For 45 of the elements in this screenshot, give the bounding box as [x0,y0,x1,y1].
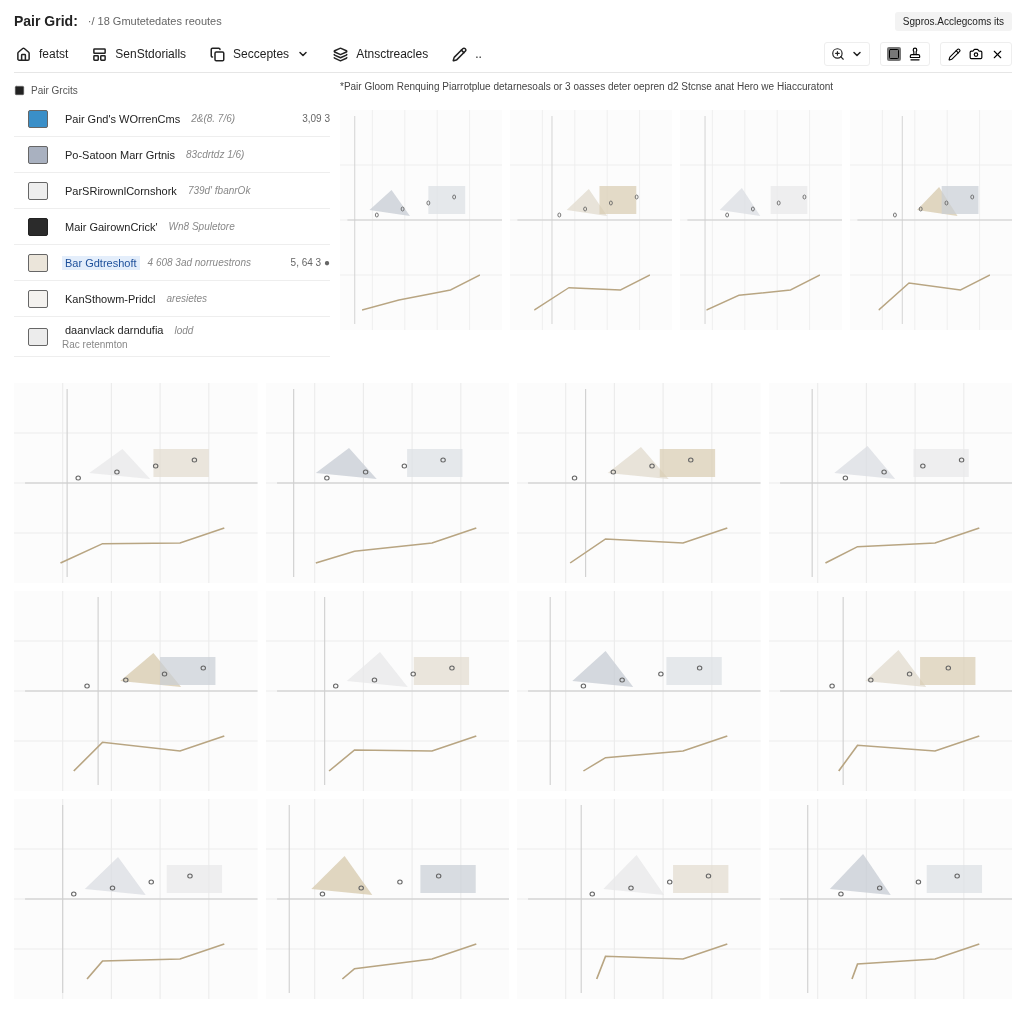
toolbar-button[interactable]: Secceptes [208,44,312,64]
status-badge: Sgpros.Acclegcoms its [894,11,1012,31]
item-note: aresietes [166,293,208,304]
item-title: KanSthowm-Pridcl [64,291,157,306]
item-title: daanvlack darndufia [64,323,165,337]
pencil-icon [452,46,468,62]
toolbar-button[interactable]: SenStdorialls [90,44,189,64]
toolbar-button[interactable]: .. [450,44,484,64]
item-title: Po-Satoon Marr Grtnis [64,147,177,162]
square-icon[interactable] [887,47,901,61]
list-item[interactable]: KanSthowm-Pridcl aresietes [14,281,330,317]
layers-icon [333,46,349,62]
item-value: 5, 64 3 ● [290,257,330,268]
camera-icon[interactable] [968,46,984,62]
zoom-button[interactable] [824,42,870,66]
item-title: ParSRirownlCornshork [64,183,178,198]
zoom-icon [831,47,845,61]
item-note: lodd [174,324,194,336]
list-item[interactable]: daanvlack darndufia lodd Rac retenmton [14,317,330,357]
list-item[interactable]: Bar Gdtreshoft 4 608 3ad norruestrons 5, 64 3 ● [14,245,330,281]
chart-caption: *Pair Gloom Renquing Piarrotplue detarnesoals or 3 oasses deter oepren d2 Stcnse anat Hero we Hiaccuratont [340,81,835,92]
page-subtitle: ·/ 18 Gmutetedates reoutes [87,15,222,27]
home-icon [16,46,31,62]
item-note: 2&(8. 7/6) [191,113,236,124]
stamp-icon[interactable] [907,46,923,62]
list-item[interactable]: Pair Gnd's WOrrenCms 2&(8. 7/6) 3,09 3 [14,101,330,137]
item-subtitle: Rac retenmton [62,339,129,350]
item-note: 739d' fbanrOk [187,185,251,196]
list-item[interactable]: Mair GairownCrick' Wn8 Spuletore [14,209,330,245]
list-item[interactable]: Po-Satoon Marr Grtnis 83cdrtdz 1/6) [14,137,330,173]
toolbar-button[interactable]: Atnsctreacles [331,44,431,64]
item-note: 83cdrtdz 1/6) [186,149,245,160]
page-title: Pair Grid: [14,13,78,29]
toolbar-button[interactable]: featst [14,44,71,64]
item-title: Bar Gdtreshoft [62,255,140,270]
item-title: Mair GairownCrick' [64,219,159,234]
item-note: Wn8 Spuletore [168,221,235,232]
item-note: 4 608 3ad norruestrons [147,257,251,268]
copy-icon [210,46,226,62]
layout-icon [92,46,108,62]
list-item[interactable]: ParSRirownlCornshork 739d' fbanrOk [14,173,330,209]
item-title: Pair Gnd's WOrrenCms [64,111,182,126]
item-value: 3,09 3 [302,113,330,124]
pencil-icon[interactable] [947,46,962,62]
panel-title: Pair Grcits [31,84,78,96]
